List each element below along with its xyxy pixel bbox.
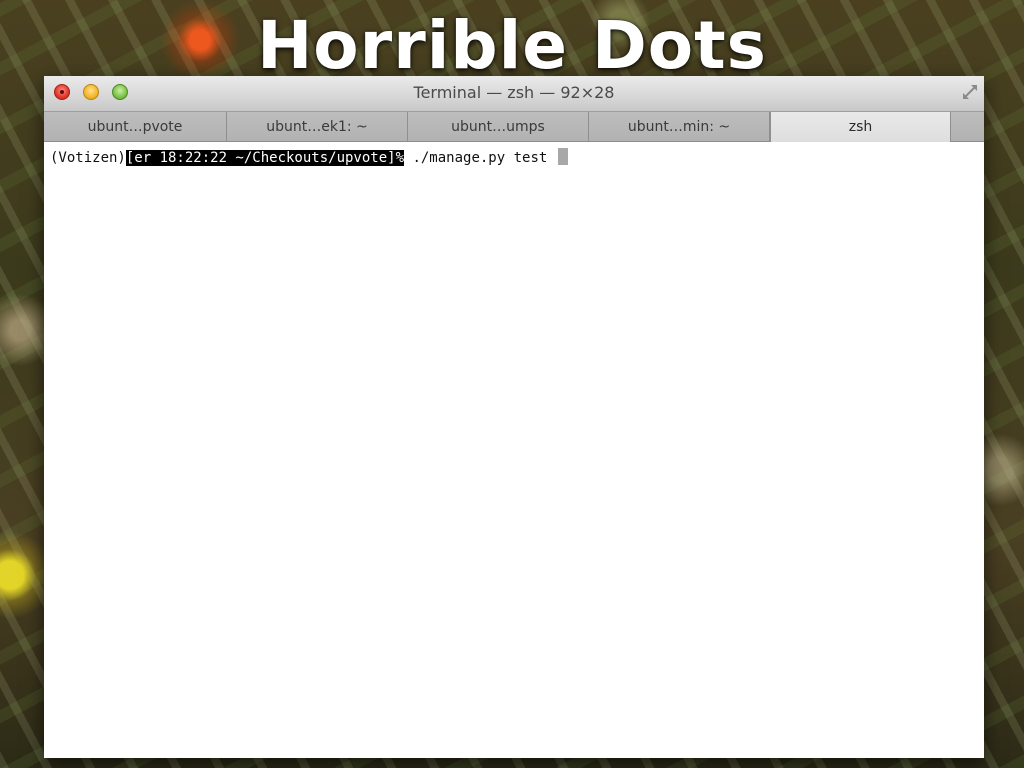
- shell-prompt: [er 18:22:22 ~/Checkouts/upvote]%: [125, 150, 405, 166]
- tab-ubuntu-min[interactable]: ubunt…min: ~: [589, 112, 770, 142]
- terminal-output[interactable]: (Votizen)[er 18:22:22 ~/Checkouts/upvote…: [44, 142, 984, 758]
- terminal-window: Terminal — zsh — 92×28 ubunt…pvote ubunt…: [44, 76, 984, 758]
- tab-ubuntu-umps[interactable]: ubunt…umps: [408, 112, 589, 142]
- terminal-cursor: [557, 148, 568, 165]
- virtualenv-prefix: (Votizen): [50, 150, 126, 166]
- tab-zsh[interactable]: zsh: [770, 112, 951, 142]
- tab-ubuntu-ek1[interactable]: ubunt…ek1: ~: [227, 112, 408, 142]
- slide-title: Horrible Dots: [257, 7, 767, 84]
- command-text: ./manage.py test: [404, 150, 556, 166]
- terminal-line: (Votizen)[er 18:22:22 ~/Checkouts/upvote…: [50, 148, 984, 168]
- tab-ubuntu-pvote[interactable]: ubunt…pvote: [44, 112, 227, 142]
- tab-bar: ubunt…pvote ubunt…ek1: ~ ubunt…umps ubun…: [44, 112, 984, 142]
